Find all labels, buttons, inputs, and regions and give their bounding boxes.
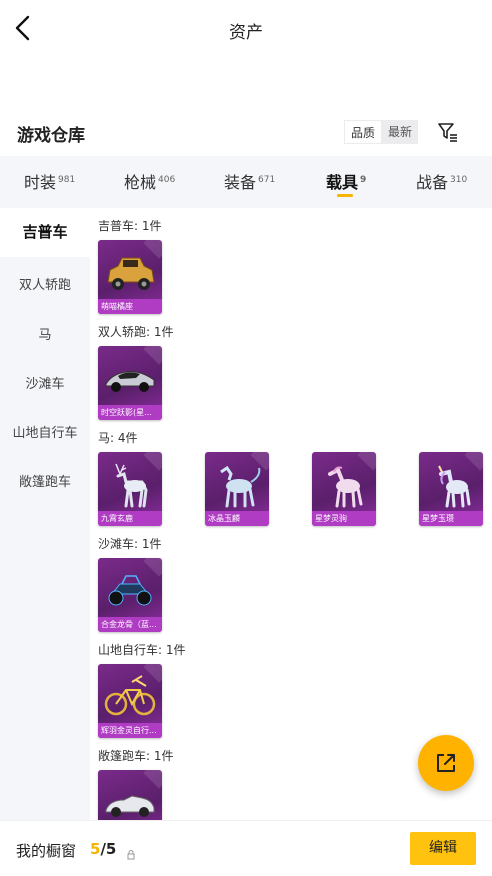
convertible-icon (102, 778, 158, 820)
warehouse-title: 游戏仓库 (17, 126, 85, 146)
tab-equipment[interactable]: 装备 671 (224, 169, 275, 193)
item-name: 合金龙骨（蓝... (98, 617, 162, 632)
sidebar-item-mountain-bike[interactable]: 山地自行车 (0, 422, 90, 441)
edit-button[interactable]: 编辑 (410, 832, 476, 865)
sidebar-item-buggy[interactable]: 沙滩车 (0, 373, 90, 392)
jeep-icon (102, 248, 158, 298)
sort-toggle: 品质 最新 (344, 120, 419, 144)
vehicle-type-sidebar: 吉普车 双人轿跑 马 沙滩车 山地自行车 敞篷跑车 (0, 208, 90, 820)
unicorn-icon (423, 460, 479, 510)
qilin-icon (209, 460, 265, 510)
item-card[interactable]: 星梦灵驹 (312, 452, 376, 526)
filter-icon[interactable] (436, 120, 460, 144)
item-name: 辉羽金灵自行... (98, 723, 162, 738)
top-bar: 资产 (0, 0, 492, 58)
tab-guns[interactable]: 枪械 406 (124, 169, 175, 193)
active-tab-indicator (337, 194, 353, 197)
item-card[interactable]: 萌喵橘座 (98, 240, 162, 314)
item-name: 九霄玄鹿 (98, 511, 162, 526)
section-title-convertible: 敞篷跑车: 1件 (98, 749, 174, 763)
deer-icon (102, 460, 158, 510)
share-button[interactable] (418, 735, 474, 791)
tab-vehicles[interactable]: 载具 9 (326, 169, 366, 193)
sort-latest-button[interactable]: 最新 (382, 120, 419, 144)
tab-supplies[interactable]: 战备 310 (416, 169, 467, 193)
section-title-coupe: 双人轿跑: 1件 (98, 325, 174, 339)
lock-icon (127, 845, 135, 860)
showcase-label: 我的橱窗 (16, 842, 77, 860)
bicycle-icon (102, 672, 158, 722)
item-name: 星梦灵驹 (312, 511, 376, 526)
showcase-bar: 我的橱窗 5/5 编辑 (0, 820, 492, 876)
section-title-horse: 马: 4件 (98, 431, 138, 445)
page-title: 资产 (229, 23, 263, 43)
section-title-jeep: 吉普车: 1件 (98, 219, 162, 233)
sort-quality-button[interactable]: 品质 (344, 120, 383, 144)
vehicle-list: 吉普车: 1件 萌喵橘座 双人轿跑: 1件 时空跃影(星... 马: 4件 九霄… (90, 208, 492, 820)
section-title-mountain-bike: 山地自行车: 1件 (98, 643, 186, 657)
item-name: 萌喵橘座 (98, 299, 162, 314)
showcase-count: 5/5 (90, 840, 117, 858)
item-card[interactable]: 时空跃影(星... (98, 346, 162, 420)
item-name: 时空跃影(星... (98, 405, 162, 420)
sidebar-item-convertible[interactable]: 敞篷跑车 (0, 471, 90, 490)
share-external-icon (437, 754, 455, 772)
coupe-icon (102, 354, 158, 404)
item-card[interactable]: 合金龙骨（蓝... (98, 558, 162, 632)
item-card[interactable]: 辉羽金灵自行... (98, 664, 162, 738)
horse-icon (316, 460, 372, 510)
sidebar-item-jeep[interactable]: 吉普车 (0, 208, 90, 257)
tab-fashion[interactable]: 时装 981 (24, 169, 75, 193)
item-card[interactable]: 冰晶玉麟 (205, 452, 269, 526)
buggy-icon (102, 566, 158, 616)
sidebar-item-coupe[interactable]: 双人轿跑 (0, 274, 90, 293)
category-tabs: 时装 981 枪械 406 装备 671 载具 9 战备 310 (0, 156, 492, 208)
item-name: 冰晶玉麟 (205, 511, 269, 526)
item-card[interactable] (98, 770, 162, 820)
section-title-buggy: 沙滩车: 1件 (98, 537, 162, 551)
item-name: 星梦玉瓒 (419, 511, 483, 526)
item-card[interactable]: 九霄玄鹿 (98, 452, 162, 526)
sidebar-item-horse[interactable]: 马 (0, 324, 90, 343)
item-card[interactable]: 星梦玉瓒 (419, 452, 483, 526)
